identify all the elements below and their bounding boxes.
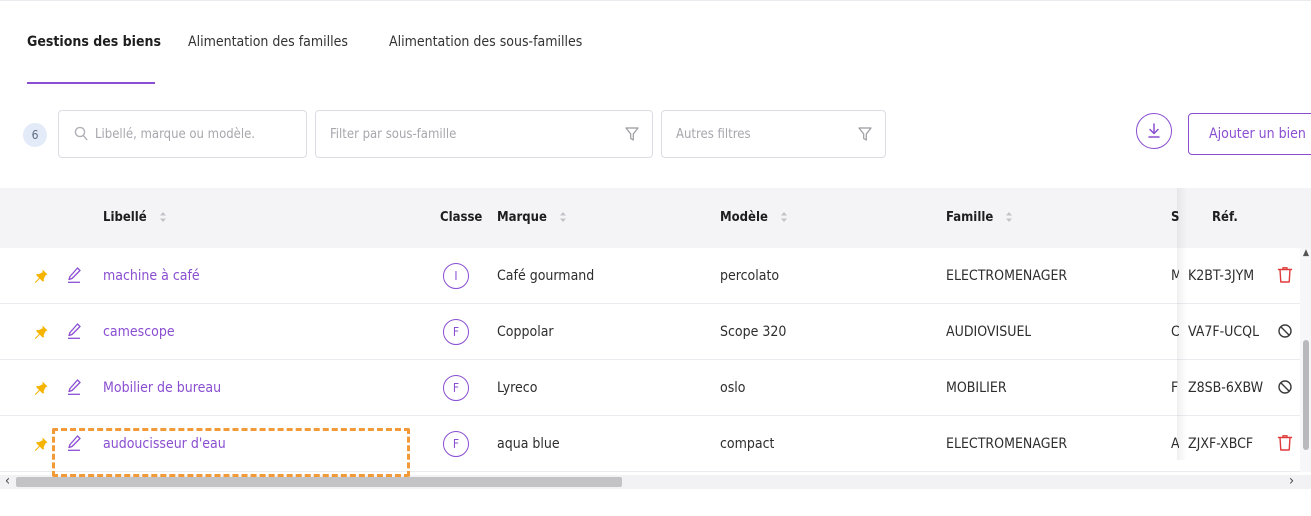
- column-header-ref: Réf.: [1212, 210, 1238, 225]
- scroll-right-arrow[interactable]: ›: [1289, 473, 1294, 489]
- class-badge: I: [443, 263, 469, 289]
- download-button[interactable]: [1136, 113, 1172, 149]
- column-label: Marque: [497, 210, 547, 225]
- famille-cell: AUDIOVISUEL: [946, 324, 1032, 340]
- vertical-scroll-thumb[interactable]: [1303, 340, 1309, 450]
- other-filters-input[interactable]: [676, 111, 846, 157]
- modele-cell: percolato: [720, 268, 780, 284]
- libelle-link[interactable]: audoucisseur d'eau: [103, 416, 226, 472]
- tab-gestions-des-biens[interactable]: Gestions des biens: [27, 34, 161, 50]
- sort-icon: [1006, 211, 1013, 222]
- add-asset-button[interactable]: Ajouter un bien: [1188, 113, 1311, 155]
- pin-icon[interactable]: [33, 436, 49, 452]
- column-label: Modèle: [720, 210, 768, 225]
- libelle-link[interactable]: machine à café: [103, 248, 200, 304]
- modele-cell: Scope 320: [720, 324, 787, 340]
- marque-cell: Coppolar: [497, 324, 554, 340]
- block-icon[interactable]: [1277, 322, 1293, 340]
- column-header-libelle[interactable]: Libellé: [103, 188, 167, 248]
- libelle-link[interactable]: Mobilier de bureau: [103, 360, 221, 416]
- count-badge: 6: [23, 123, 47, 147]
- sort-icon: [781, 211, 788, 222]
- funnel-icon: [625, 127, 639, 141]
- edit-icon[interactable]: [66, 434, 82, 452]
- modele-cell: compact: [720, 436, 775, 452]
- pin-icon[interactable]: [33, 380, 49, 396]
- class-badge: F: [443, 319, 469, 345]
- column-header-modele[interactable]: Modèle: [720, 188, 788, 248]
- tab-alimentation-des-sous-familles[interactable]: Alimentation des sous-familles: [389, 34, 582, 50]
- ref-cell: Z8SB-6XBW: [1188, 380, 1264, 396]
- table-row[interactable]: audoucisseur d'eau F aqua blue compact E…: [0, 416, 1311, 472]
- funnel-icon: [858, 127, 872, 141]
- ref-cell: ZJXF-XBCF: [1188, 436, 1254, 452]
- ref-cell: VA7F-UCQL: [1188, 324, 1260, 340]
- scroll-left-arrow[interactable]: ‹: [5, 473, 10, 489]
- block-icon[interactable]: [1277, 378, 1293, 396]
- class-badge: F: [443, 375, 469, 401]
- edit-icon[interactable]: [66, 378, 82, 396]
- search-field[interactable]: [58, 110, 307, 158]
- table-row[interactable]: machine à café I Café gourmand percolato…: [0, 248, 1311, 304]
- class-badge: F: [443, 431, 469, 457]
- search-icon: [74, 126, 88, 141]
- modele-cell: oslo: [720, 380, 746, 396]
- famille-cell: ELECTROMENAGER: [946, 268, 1068, 284]
- horizontal-scroll-thumb[interactable]: [16, 477, 622, 487]
- libelle-link[interactable]: camescope: [103, 304, 175, 360]
- edit-icon[interactable]: [66, 266, 82, 284]
- sort-icon: [159, 211, 166, 222]
- scroll-up-arrow[interactable]: ▲: [1301, 248, 1311, 260]
- table-row[interactable]: camescope F Coppolar Scope 320 AUDIOVISU…: [0, 304, 1311, 360]
- pin-icon[interactable]: [33, 268, 49, 284]
- famille-cell: MOBILIER: [946, 380, 1007, 396]
- subfamily-filter[interactable]: [315, 110, 653, 158]
- other-filters[interactable]: [661, 110, 886, 158]
- sticky-column-shadow: [1177, 188, 1187, 460]
- subfamily-filter-input[interactable]: [330, 111, 610, 157]
- ref-cell: K2BT-3JYM: [1188, 268, 1255, 284]
- pin-icon[interactable]: [33, 324, 49, 340]
- download-icon: [1148, 123, 1160, 138]
- column-label: Famille: [946, 210, 994, 225]
- active-tab-indicator: [27, 82, 155, 84]
- tab-alimentation-des-familles[interactable]: Alimentation des familles: [188, 34, 348, 50]
- marque-cell: aqua blue: [497, 436, 560, 452]
- column-header-classe: Classe: [440, 210, 483, 225]
- table-row[interactable]: Mobilier de bureau F Lyreco oslo MOBILIE…: [0, 360, 1311, 416]
- column-label: Libellé: [103, 210, 147, 225]
- marque-cell: Café gourmand: [497, 268, 595, 284]
- trash-icon[interactable]: [1277, 434, 1293, 452]
- column-header-famille[interactable]: Famille: [946, 188, 1013, 248]
- sort-icon: [560, 211, 567, 222]
- marque-cell: Lyreco: [497, 380, 538, 396]
- famille-cell: ELECTROMENAGER: [946, 436, 1068, 452]
- trash-icon[interactable]: [1277, 266, 1293, 284]
- column-header-marque[interactable]: Marque: [497, 188, 567, 248]
- table-header: Libellé Classe Marque Modèle Famille S R…: [0, 188, 1311, 248]
- search-input[interactable]: [95, 111, 295, 157]
- edit-icon[interactable]: [66, 322, 82, 340]
